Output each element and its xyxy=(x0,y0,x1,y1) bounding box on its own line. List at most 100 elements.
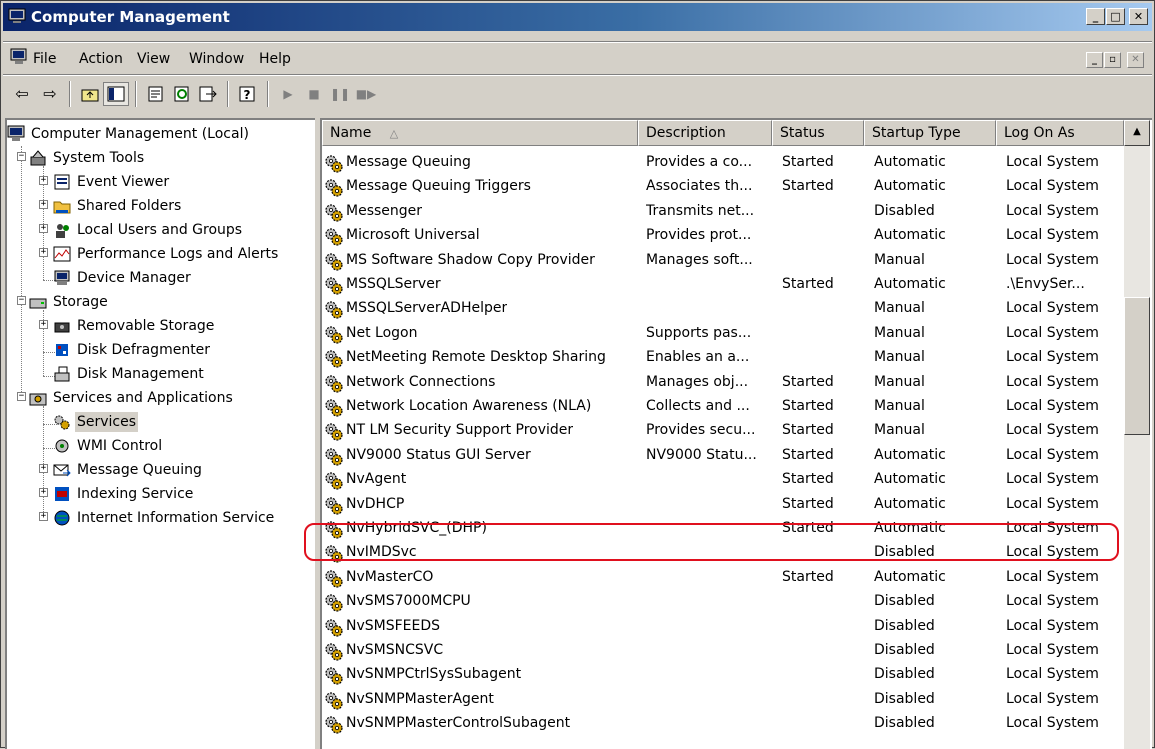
child-restore-button[interactable]: ▫ xyxy=(1104,52,1121,68)
service-name: NvHybridSVC_(DHP) xyxy=(346,520,487,536)
collapse-toggle[interactable]: − xyxy=(17,152,26,161)
minimize-button[interactable]: _ xyxy=(1086,8,1105,25)
back-arrow-icon[interactable]: ⇦ xyxy=(9,82,35,106)
collapse-toggle[interactable]: − xyxy=(17,296,26,305)
menu-view[interactable]: View xyxy=(137,51,170,67)
service-logon: Local System xyxy=(1006,666,1099,683)
tree-label: Internet Information Service xyxy=(77,510,275,526)
service-status: Started xyxy=(782,373,834,390)
toolbar-separator xyxy=(267,81,269,107)
restart-icon[interactable]: ■▶ xyxy=(353,82,379,106)
properties-icon[interactable] xyxy=(143,82,169,106)
expand-toggle[interactable]: + xyxy=(39,512,48,521)
service-logon: Local System xyxy=(1006,520,1099,536)
child-minimize-button[interactable]: _ xyxy=(1086,52,1103,68)
service-row[interactable]: NvSMSNCSVC Disabled Local System xyxy=(322,640,1122,664)
child-close-button[interactable]: ✕ xyxy=(1127,52,1144,68)
iis-globe-icon xyxy=(54,510,70,526)
service-row[interactable]: NvIMDSvc Disabled Local System xyxy=(322,542,1122,566)
help-icon[interactable]: ? xyxy=(235,82,261,106)
service-logon: Local System xyxy=(1006,300,1099,317)
service-row[interactable]: MSSQLServerADHelper Manual Local System xyxy=(322,298,1122,322)
service-gear-icon xyxy=(325,374,343,393)
service-description: Collects and ... xyxy=(646,398,750,414)
service-logon: Local System xyxy=(1006,398,1099,414)
service-row[interactable]: NvMasterCO Started Automatic Local System xyxy=(322,567,1122,591)
service-row[interactable]: NvSNMPMasterAgent Disabled Local System xyxy=(322,689,1122,713)
show-hide-tree-icon[interactable] xyxy=(103,82,129,106)
scroll-thumb[interactable] xyxy=(1124,297,1150,435)
service-row[interactable]: NvHybridSVC_(DHP) Started Automatic Local S… xyxy=(322,518,1122,542)
tree-line xyxy=(21,146,22,400)
service-startup: Automatic xyxy=(874,520,946,536)
service-gear-icon xyxy=(325,472,343,490)
scroll-up-button[interactable]: ▲ xyxy=(1124,120,1150,146)
expand-toggle[interactable]: + xyxy=(39,176,48,185)
vertical-scrollbar[interactable]: ▲ xyxy=(1124,120,1150,749)
expand-toggle[interactable]: + xyxy=(39,488,48,497)
menu-help[interactable]: Help xyxy=(259,51,291,67)
pause-icon[interactable]: ❚❚ xyxy=(327,82,353,106)
indexing-icon xyxy=(55,487,69,501)
service-row[interactable]: Network Connections Manages obj... Started… xyxy=(322,372,1122,396)
svg-text:?: ? xyxy=(244,88,251,102)
service-row[interactable]: Network Location Awareness (NLA) Collects… xyxy=(322,396,1122,420)
service-gear-icon xyxy=(325,252,343,271)
play-icon[interactable]: ▶ xyxy=(275,82,301,106)
sort-ascending-icon: △ xyxy=(389,127,399,140)
service-status: Started xyxy=(782,446,834,463)
service-row[interactable]: Messenger Transmits net... Disabled Local S… xyxy=(322,201,1122,225)
service-startup: Automatic xyxy=(874,471,946,488)
service-startup: Manual xyxy=(874,349,925,366)
column-startup-type[interactable]: Startup Type xyxy=(864,120,996,146)
service-startup: Automatic xyxy=(874,178,946,195)
service-gear-icon xyxy=(325,326,343,344)
tree-label: System Tools xyxy=(53,150,145,166)
service-startup: Manual xyxy=(874,422,925,439)
tree-label: Removable Storage xyxy=(77,318,215,334)
column-description[interactable]: Description xyxy=(638,120,772,146)
service-row[interactable]: NvDHCP Started Automatic Local System xyxy=(322,494,1122,518)
column-name[interactable]: Name △ xyxy=(322,120,638,146)
collapse-toggle[interactable]: − xyxy=(17,392,26,401)
title-bar[interactable]: Computer Management _ □ ✕ xyxy=(3,3,1152,31)
menu-window[interactable]: Window xyxy=(189,51,244,67)
service-row[interactable]: Message Queuing Provides a co... Started Au… xyxy=(322,152,1122,176)
service-logon: Local System xyxy=(1006,154,1099,170)
up-folder-icon[interactable] xyxy=(77,82,103,106)
export-list-icon[interactable] xyxy=(195,82,221,106)
tree-label: Performance Logs and Alerts xyxy=(77,246,279,262)
computer-icon xyxy=(7,125,25,141)
service-row[interactable]: NetMeeting Remote Desktop Sharing Enables… xyxy=(322,347,1122,371)
service-row[interactable]: NvSMSFEEDS Disabled Local System xyxy=(322,616,1122,640)
menu-file[interactable]: File xyxy=(33,51,56,67)
column-log-on-as[interactable]: Log On As xyxy=(996,120,1124,146)
close-button[interactable]: ✕ xyxy=(1129,8,1148,25)
expand-toggle[interactable]: + xyxy=(39,464,48,473)
expand-toggle[interactable]: + xyxy=(39,224,48,233)
service-row[interactable]: Message Queuing Triggers Associates th...… xyxy=(322,176,1122,200)
service-row[interactable]: NvAgent Started Automatic Local System xyxy=(322,469,1122,493)
expand-toggle[interactable]: + xyxy=(39,248,48,257)
service-row[interactable]: MS Software Shadow Copy Provider Manages … xyxy=(322,250,1122,274)
device-manager-icon xyxy=(54,270,70,285)
service-row[interactable]: NV9000 Status GUI Server NV9000 Statu... S… xyxy=(322,445,1122,469)
forward-arrow-icon[interactable]: ⇨ xyxy=(37,82,63,106)
column-status[interactable]: Status xyxy=(772,120,864,146)
service-logon: Local System xyxy=(1006,617,1099,634)
maximize-button[interactable]: □ xyxy=(1106,8,1125,25)
refresh-icon[interactable] xyxy=(169,82,195,106)
expand-toggle[interactable]: + xyxy=(39,200,48,209)
service-row[interactable]: MSSQLServer Started Automatic .\EnvySer... xyxy=(322,274,1122,298)
menu-action[interactable]: Action xyxy=(79,51,123,67)
service-row[interactable]: NT LM Security Support Provider Provides … xyxy=(322,420,1122,444)
service-row[interactable]: NvSMS7000MCPU Disabled Local System xyxy=(322,591,1122,615)
service-row[interactable]: NvSNMPCtrlSysSubagent Disabled Local Syste… xyxy=(322,664,1122,688)
services-list: Name △ Description Status Startup Type L… xyxy=(320,118,1152,749)
service-row[interactable]: Net Logon Supports pas... Manual Local Syst… xyxy=(322,323,1122,347)
expand-toggle[interactable]: + xyxy=(39,320,48,329)
service-row[interactable]: Microsoft Universal Provides prot... Autom… xyxy=(322,225,1122,249)
service-description: Transmits net... xyxy=(646,202,755,219)
service-row[interactable]: NvSNMPMasterControlSubagent Disabled Local… xyxy=(322,713,1122,737)
stop-icon[interactable]: ■ xyxy=(301,82,327,106)
